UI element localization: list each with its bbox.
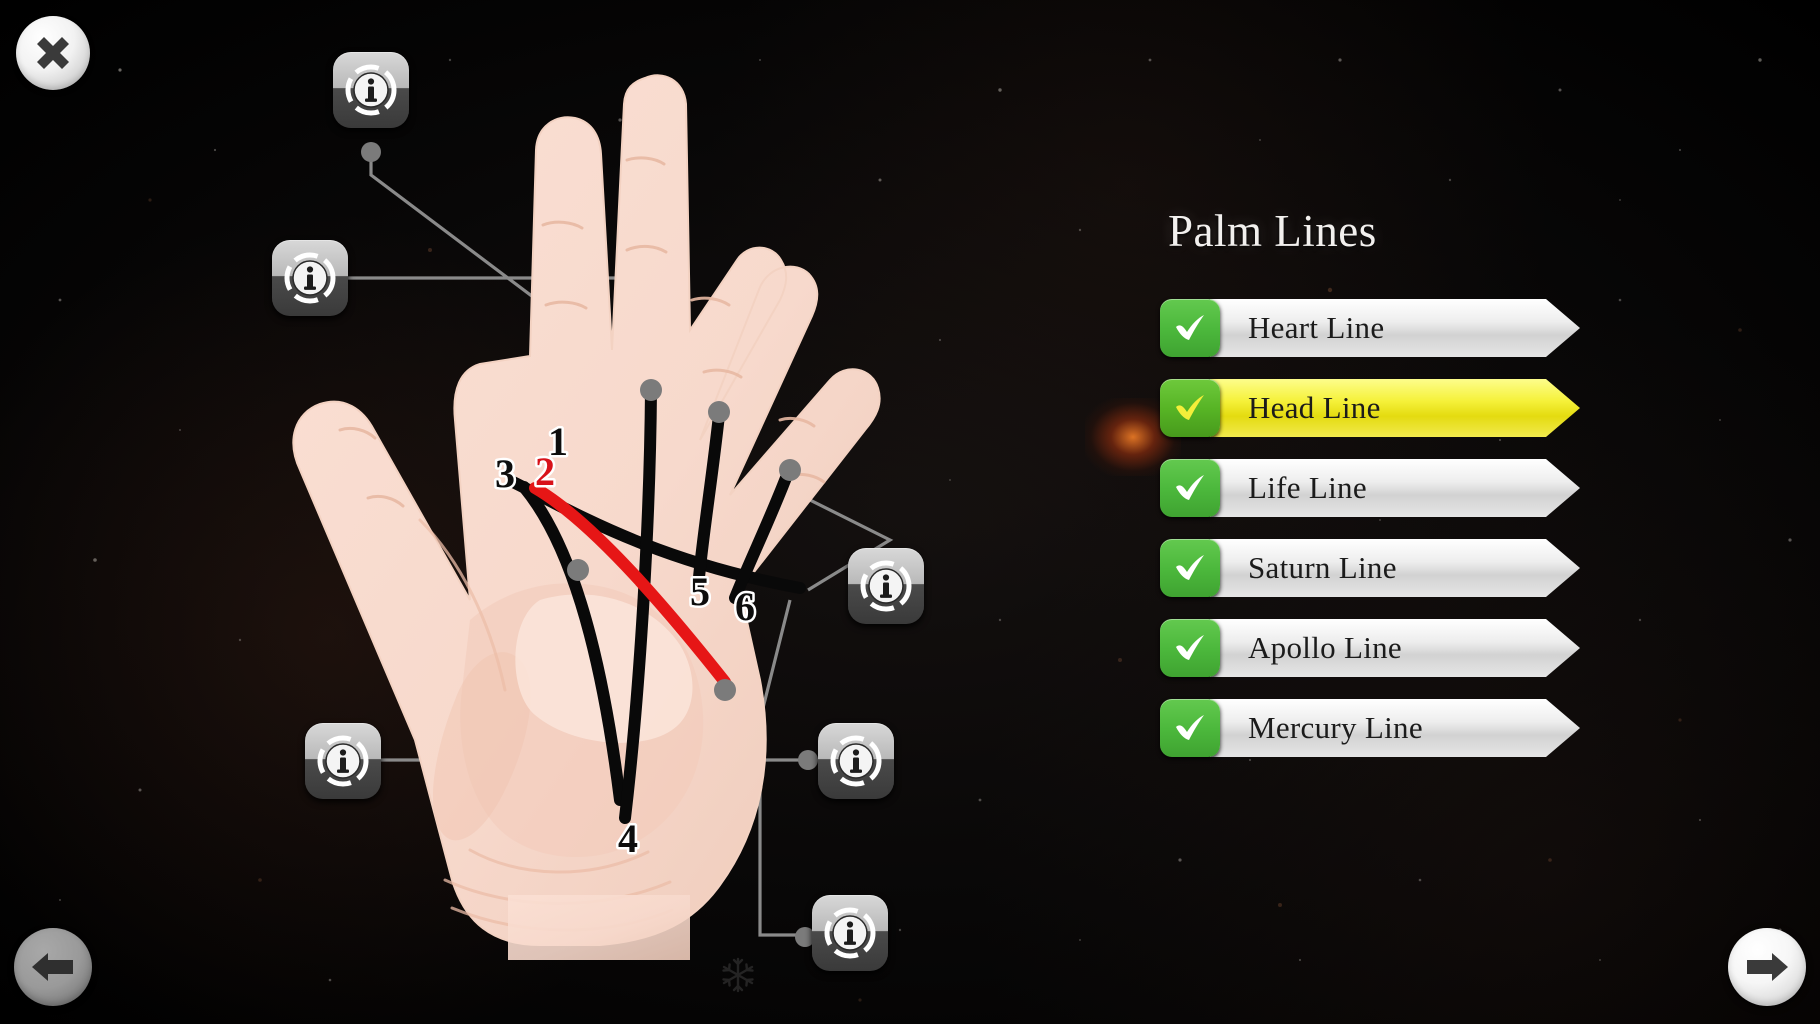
next-button[interactable]	[1728, 928, 1806, 1006]
check-icon	[1176, 555, 1204, 580]
previous-button[interactable]	[14, 928, 92, 1006]
info-icon	[860, 560, 912, 612]
checkbox-saturn-line[interactable]	[1160, 539, 1220, 597]
page-title: Palm Lines	[1168, 206, 1377, 256]
palm-line-item-saturn[interactable]: Saturn Line	[1160, 539, 1580, 597]
info-icon	[317, 735, 369, 787]
palm-line-label: Apollo Line	[1248, 630, 1402, 665]
check-icon	[1176, 475, 1204, 500]
checkbox-mercury-line[interactable]	[1160, 699, 1220, 757]
palm-line-label: Life Line	[1248, 470, 1367, 505]
info-marker-2[interactable]	[272, 240, 348, 316]
info-marker-5[interactable]	[818, 723, 894, 799]
palm-line-label: Heart Line	[1248, 310, 1385, 345]
info-marker-6[interactable]	[812, 895, 888, 971]
arrow-right-icon	[1747, 953, 1788, 981]
palm-lines-panel: Palm Lines Heart Line Head Line Life Lin…	[1160, 205, 1580, 779]
palm-diagram: 1 2 3 4 5 6	[0, 0, 1040, 1024]
checkbox-heart-line[interactable]	[1160, 299, 1220, 357]
palm-line-item-head[interactable]: Head Line	[1160, 379, 1580, 437]
line-number-2: 2	[535, 449, 555, 494]
palm-line-item-life[interactable]: Life Line	[1160, 459, 1580, 517]
info-marker-4[interactable]	[305, 723, 381, 799]
plate-heart-line[interactable]: Heart Line	[1210, 299, 1580, 357]
arrow-left-icon	[32, 953, 73, 981]
checkbox-apollo-line[interactable]	[1160, 619, 1220, 677]
palm-line-item-mercury[interactable]: Mercury Line	[1160, 699, 1580, 757]
palm-line-label: Saturn Line	[1248, 550, 1397, 585]
check-icon	[1176, 635, 1204, 660]
check-icon	[1176, 715, 1204, 740]
plate-head-line[interactable]: Head Line	[1210, 379, 1580, 437]
line-number-6: 6	[735, 584, 755, 629]
info-marker-1[interactable]	[333, 52, 409, 128]
close-button[interactable]	[16, 16, 90, 90]
info-icon	[830, 735, 882, 787]
line-number-5: 5	[690, 569, 710, 614]
checkbox-head-line[interactable]	[1160, 379, 1220, 437]
info-marker-3[interactable]	[848, 548, 924, 624]
checkbox-life-line[interactable]	[1160, 459, 1220, 517]
close-icon	[37, 37, 69, 69]
palm-line-item-heart[interactable]: Heart Line	[1160, 299, 1580, 357]
line-number-4: 4	[618, 816, 638, 861]
info-icon	[284, 252, 336, 304]
palm-line-label: Mercury Line	[1248, 710, 1423, 745]
plate-saturn-line[interactable]: Saturn Line	[1210, 539, 1580, 597]
info-icon	[824, 907, 876, 959]
plate-life-line[interactable]: Life Line	[1210, 459, 1580, 517]
plate-mercury-line[interactable]: Mercury Line	[1210, 699, 1580, 757]
line-number-3: 3	[495, 451, 515, 496]
palm-line-label: Head Line	[1248, 390, 1381, 425]
app-screen: 1 2 3 4 5 6 Palm Lines Heart Line Head L…	[0, 0, 1820, 1024]
check-icon	[1176, 395, 1204, 420]
check-icon	[1176, 315, 1204, 340]
info-icon	[345, 64, 397, 116]
plate-apollo-line[interactable]: Apollo Line	[1210, 619, 1580, 677]
palm-line-item-apollo[interactable]: Apollo Line	[1160, 619, 1580, 677]
